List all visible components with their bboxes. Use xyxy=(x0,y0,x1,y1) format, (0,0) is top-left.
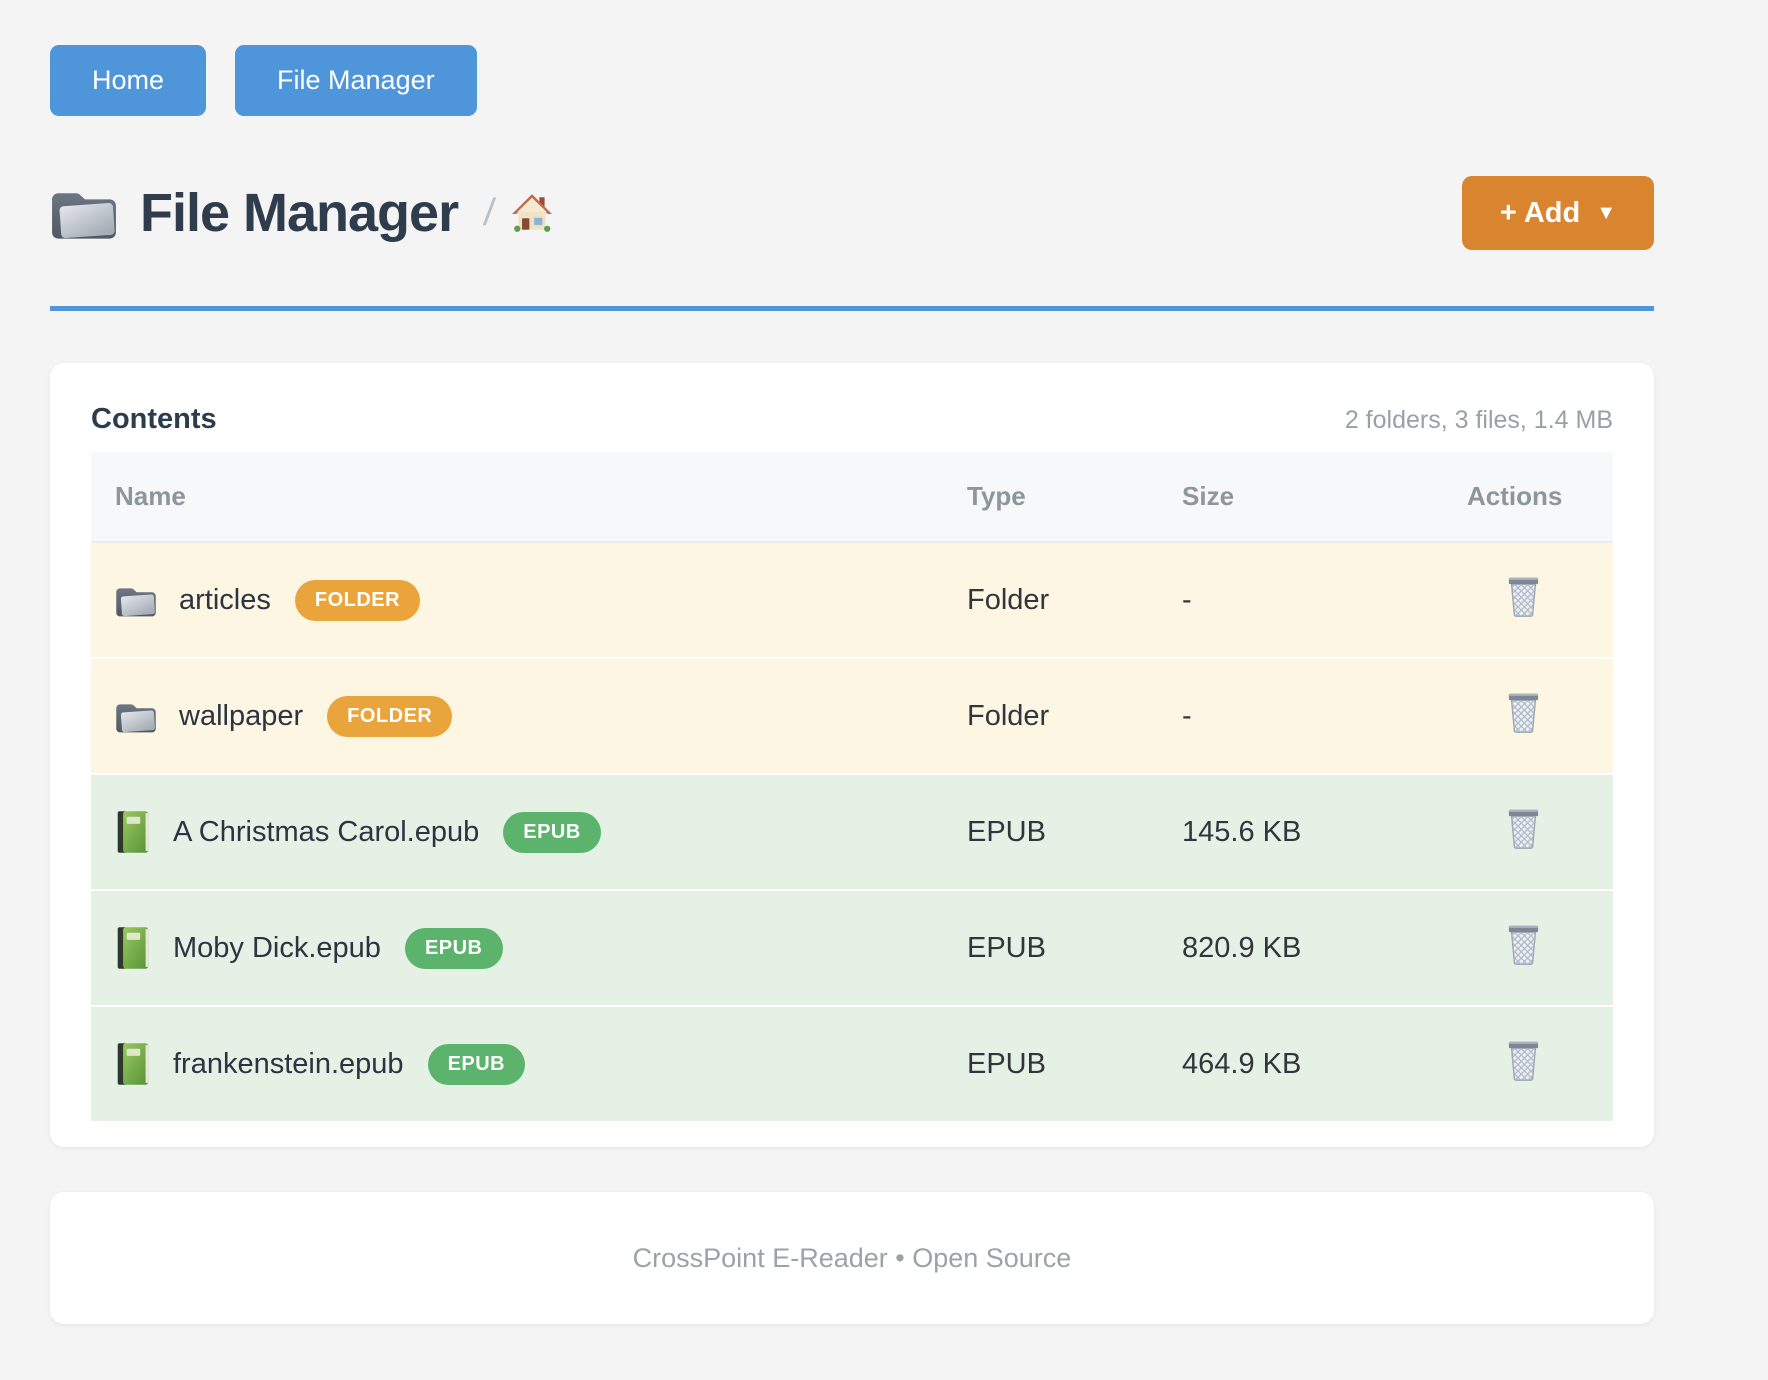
column-header-size: Size xyxy=(1158,452,1443,542)
actions-cell xyxy=(1443,774,1613,890)
nav-button-file-manager[interactable]: File Manager xyxy=(235,45,477,116)
page-header: File Manager / + Add ▼ xyxy=(50,176,1654,250)
size-cell: 820.9 KB xyxy=(1158,890,1443,1006)
trash-icon xyxy=(1505,575,1542,620)
type-cell: EPUB xyxy=(943,774,1158,890)
name-cell: frankenstein.epub EPUB xyxy=(91,1006,943,1121)
column-header-type: Type xyxy=(943,452,1158,542)
actions-cell xyxy=(1443,658,1613,774)
file-name[interactable]: articles xyxy=(179,584,271,617)
book-icon xyxy=(115,810,151,854)
type-badge: FOLDER xyxy=(295,580,420,621)
book-icon xyxy=(115,1042,151,1086)
trash-icon xyxy=(1505,691,1542,736)
file-name[interactable]: Moby Dick.epub xyxy=(173,932,381,965)
size-cell: 464.9 KB xyxy=(1158,1006,1443,1121)
page: Home File Manager File Manager / + Add xyxy=(50,0,1654,1324)
caret-down-icon: ▼ xyxy=(1596,202,1616,225)
type-badge: EPUB xyxy=(503,812,601,853)
breadcrumb-home-link[interactable] xyxy=(511,192,553,234)
type-cell: Folder xyxy=(943,542,1158,658)
delete-button[interactable] xyxy=(1467,691,1542,736)
panel-head: Contents 2 folders, 3 files, 1.4 MB xyxy=(91,403,1613,436)
table-header-row: Name Type Size Actions xyxy=(91,452,1613,542)
table-row: A Christmas Carol.epub EPUB EPUB 145.6 K… xyxy=(91,774,1613,890)
file-name[interactable]: frankenstein.epub xyxy=(173,1048,404,1081)
type-badge: FOLDER xyxy=(327,696,452,737)
table-row: frankenstein.epub EPUB EPUB 464.9 KB xyxy=(91,1006,1613,1121)
house-icon xyxy=(511,192,553,234)
actions-cell xyxy=(1443,542,1613,658)
add-button[interactable]: + Add ▼ xyxy=(1462,176,1654,250)
page-title: File Manager xyxy=(140,182,458,244)
delete-button[interactable] xyxy=(1467,575,1542,620)
title-group: File Manager / xyxy=(50,182,553,244)
folder-icon xyxy=(115,583,157,618)
footer-text: CrossPoint E-Reader • Open Source xyxy=(633,1243,1072,1274)
contents-table: Name Type Size Actions articles FOLDER F… xyxy=(91,452,1613,1121)
trash-icon xyxy=(1505,1039,1542,1084)
size-cell: - xyxy=(1158,542,1443,658)
size-cell: - xyxy=(1158,658,1443,774)
actions-cell xyxy=(1443,1006,1613,1121)
column-header-name: Name xyxy=(91,452,943,542)
column-header-actions: Actions xyxy=(1443,452,1613,542)
folder-icon xyxy=(115,699,157,734)
breadcrumb: / xyxy=(484,192,553,235)
name-cell: A Christmas Carol.epub EPUB xyxy=(91,774,943,890)
type-cell: Folder xyxy=(943,658,1158,774)
name-cell: Moby Dick.epub EPUB xyxy=(91,890,943,1006)
size-cell: 145.6 KB xyxy=(1158,774,1443,890)
table-row: wallpaper FOLDER Folder - xyxy=(91,658,1613,774)
type-cell: EPUB xyxy=(943,1006,1158,1121)
file-name[interactable]: wallpaper xyxy=(179,700,303,733)
breadcrumb-separator: / xyxy=(482,192,497,235)
folder-icon xyxy=(50,185,118,241)
file-name[interactable]: A Christmas Carol.epub xyxy=(173,816,479,849)
trash-icon xyxy=(1505,923,1542,968)
delete-button[interactable] xyxy=(1467,923,1542,968)
nav-button-home[interactable]: Home xyxy=(50,45,206,116)
name-cell: articles FOLDER xyxy=(91,542,943,658)
name-cell: wallpaper FOLDER xyxy=(91,658,943,774)
top-nav: Home File Manager xyxy=(50,45,1654,116)
type-cell: EPUB xyxy=(943,890,1158,1006)
book-icon xyxy=(115,926,151,970)
delete-button[interactable] xyxy=(1467,1039,1542,1084)
panel-title: Contents xyxy=(91,403,217,436)
actions-cell xyxy=(1443,890,1613,1006)
table-row: articles FOLDER Folder - xyxy=(91,542,1613,658)
type-badge: EPUB xyxy=(405,928,503,969)
panel-summary: 2 folders, 3 files, 1.4 MB xyxy=(1345,406,1613,435)
table-row: Moby Dick.epub EPUB EPUB 820.9 KB xyxy=(91,890,1613,1006)
contents-card: Contents 2 folders, 3 files, 1.4 MB Name… xyxy=(50,363,1654,1147)
footer: CrossPoint E-Reader • Open Source xyxy=(50,1192,1654,1324)
add-button-label: + Add xyxy=(1500,197,1580,230)
trash-icon xyxy=(1505,807,1542,852)
delete-button[interactable] xyxy=(1467,807,1542,852)
type-badge: EPUB xyxy=(428,1044,526,1085)
title-divider xyxy=(50,306,1654,311)
